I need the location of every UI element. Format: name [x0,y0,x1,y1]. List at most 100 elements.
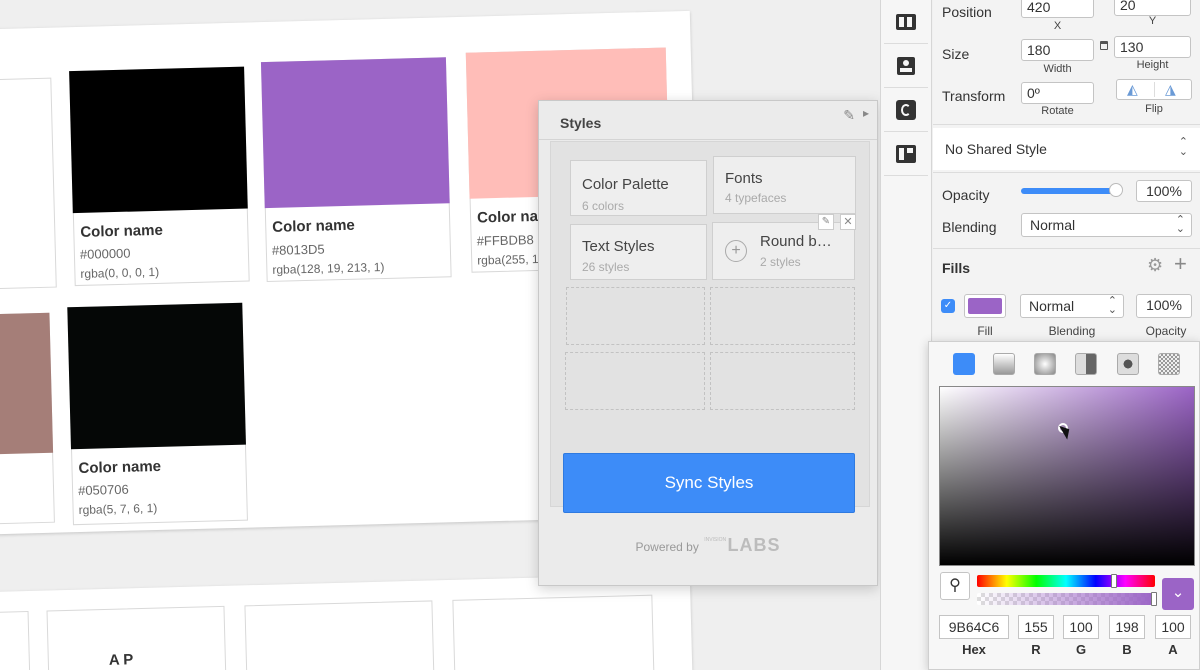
b-input[interactable]: 198 [1109,615,1145,639]
columns-icon [896,13,916,30]
toolbar-button-3[interactable] [884,88,928,132]
color-presets-button[interactable]: ⌄ [1162,578,1194,610]
eyedropper-icon: ⚲ [949,577,961,594]
gear-icon[interactable]: ⚙ [1147,255,1163,276]
opacity-slider[interactable] [1021,188,1119,194]
pattern-fill-icon[interactable] [1117,353,1139,375]
opacity-slider-handle[interactable] [1109,183,1123,197]
flip-horizontal-icon[interactable]: ◭ [1127,81,1138,98]
flip-vertical-icon[interactable]: ◮ [1165,81,1176,98]
fill-opacity-label: Opacity [1145,324,1187,338]
height-input[interactable]: 130 [1114,36,1191,58]
eyedropper-button[interactable]: ⚲ [940,572,970,600]
fill-blending-select[interactable]: Normal ⌃ ⌄ [1020,294,1124,318]
color-swatch [260,57,450,209]
tile-title: Fonts [725,170,763,187]
card[interactable] [0,610,31,670]
shared-style-value: No Shared Style [945,141,1047,157]
card[interactable] [244,600,435,670]
r-label: R [1031,642,1041,657]
blending-value: Normal [1030,217,1076,233]
powered-by-text: Powered by [635,540,699,554]
style-tile-text-styles[interactable]: Text Styles 26 styles [570,224,707,280]
close-icon[interactable]: ✕ [840,214,856,230]
color-rgba: rgba(128, 19, 213, 1) [272,259,385,277]
user-card-icon [897,56,915,75]
y-input[interactable]: 20 [1114,0,1191,16]
artboard-lower[interactable]: A P [0,573,693,670]
plus-circle-icon: + [725,240,747,262]
toolbar-button-2[interactable] [884,44,928,88]
color-card-partial[interactable] [0,312,55,525]
style-tile-empty[interactable] [710,287,855,345]
solid-fill-icon[interactable] [953,353,975,375]
chevron-updown-icon: ⌃ ⌄ [1178,136,1188,158]
r-input[interactable]: 155 [1018,615,1054,639]
fill-enabled-checkbox[interactable]: ✓ [941,299,955,313]
craft-icon [896,99,916,120]
color-hex: #8013D5 [271,241,325,258]
sync-styles-button[interactable]: Sync Styles [563,453,855,513]
flip-label: Flip [1145,103,1163,115]
style-tile-empty[interactable] [565,352,705,410]
alpha-slider[interactable] [977,592,1157,606]
opacity-label: Opacity [942,187,990,203]
fill-opacity-input[interactable]: 100% [1136,294,1192,318]
styles-panel[interactable]: Styles ✎ ▸ Color Palette 6 colors Fonts … [538,100,878,586]
color-name: Color nar [476,207,544,227]
style-tile-fonts[interactable]: Fonts 4 typefaces [713,156,856,214]
color-name: Color name [78,457,162,478]
fill-color-well[interactable] [964,294,1006,318]
tile-title: Color Palette [582,176,669,193]
size-label: Size [942,46,970,62]
color-hex: #050706 [77,481,129,499]
a-input[interactable]: 100 [1155,615,1191,639]
card[interactable]: A P [46,605,227,670]
color-swatch [0,312,54,455]
angular-gradient-icon[interactable] [1075,353,1097,375]
hue-slider[interactable] [977,574,1155,588]
width-input[interactable]: 180 [1021,39,1094,61]
saturation-brightness-area[interactable] [939,386,1195,566]
style-tile-color-palette[interactable]: Color Palette 6 colors [570,160,707,216]
tile-title: Round b… [760,233,832,250]
opacity-input[interactable]: 100% [1136,180,1192,202]
rotate-input[interactable]: 0º [1021,82,1094,104]
alpha-slider-handle[interactable] [1151,592,1157,606]
x-label: X [1053,20,1062,32]
linear-gradient-icon[interactable] [993,353,1015,375]
toolbar-button-1[interactable] [884,0,928,44]
color-card[interactable]: Color name #050706 rgba(5, 7, 6, 1) [67,302,248,526]
shared-style-select[interactable]: No Shared Style ⌃ ⌄ [933,128,1200,170]
height-label: Height [1136,59,1169,71]
color-card[interactable]: Color name #000000 rgba(0, 0, 0, 1) [69,66,250,287]
powered-by: Powered by INVISION LABS [539,535,877,556]
hue-slider-handle[interactable] [1111,574,1118,588]
add-icon[interactable]: + [1174,251,1187,277]
style-tile-empty[interactable] [710,352,855,410]
g-label: G [1075,642,1087,657]
b-label: B [1122,642,1132,657]
style-tile-round-buttons[interactable]: + Round b… 2 styles ✎ ✕ [712,214,856,280]
toolbar-button-4[interactable] [884,132,928,176]
blending-select[interactable]: Normal ⌃ ⌄ [1021,213,1192,237]
noise-fill-icon[interactable] [1158,353,1180,375]
canvas[interactable]: Color name #000000 rgba(0, 0, 0, 1) Colo… [0,0,880,670]
x-input[interactable]: 420 [1021,0,1094,18]
lock-icon[interactable] [1100,41,1108,50]
edit-icon[interactable]: ✎ [843,107,855,124]
color-card[interactable]: Color name #8013D5 rgba(128, 19, 213, 1) [260,57,452,283]
tile-title: Text Styles [582,238,655,255]
invision-small-text: INVISION [704,537,727,543]
edit-icon[interactable]: ✎ [818,214,834,230]
hex-input[interactable]: 9B64C6 [939,615,1009,639]
divider [933,248,1200,249]
style-tile-empty[interactable] [566,287,705,345]
color-card-partial[interactable] [0,77,57,290]
tile-subtitle: 6 colors [582,199,625,213]
card[interactable] [452,594,655,670]
chevron-right-icon[interactable]: ▸ [863,106,869,120]
styles-panel-title: Styles [560,115,602,131]
radial-gradient-icon[interactable] [1034,353,1056,375]
g-input[interactable]: 100 [1063,615,1099,639]
